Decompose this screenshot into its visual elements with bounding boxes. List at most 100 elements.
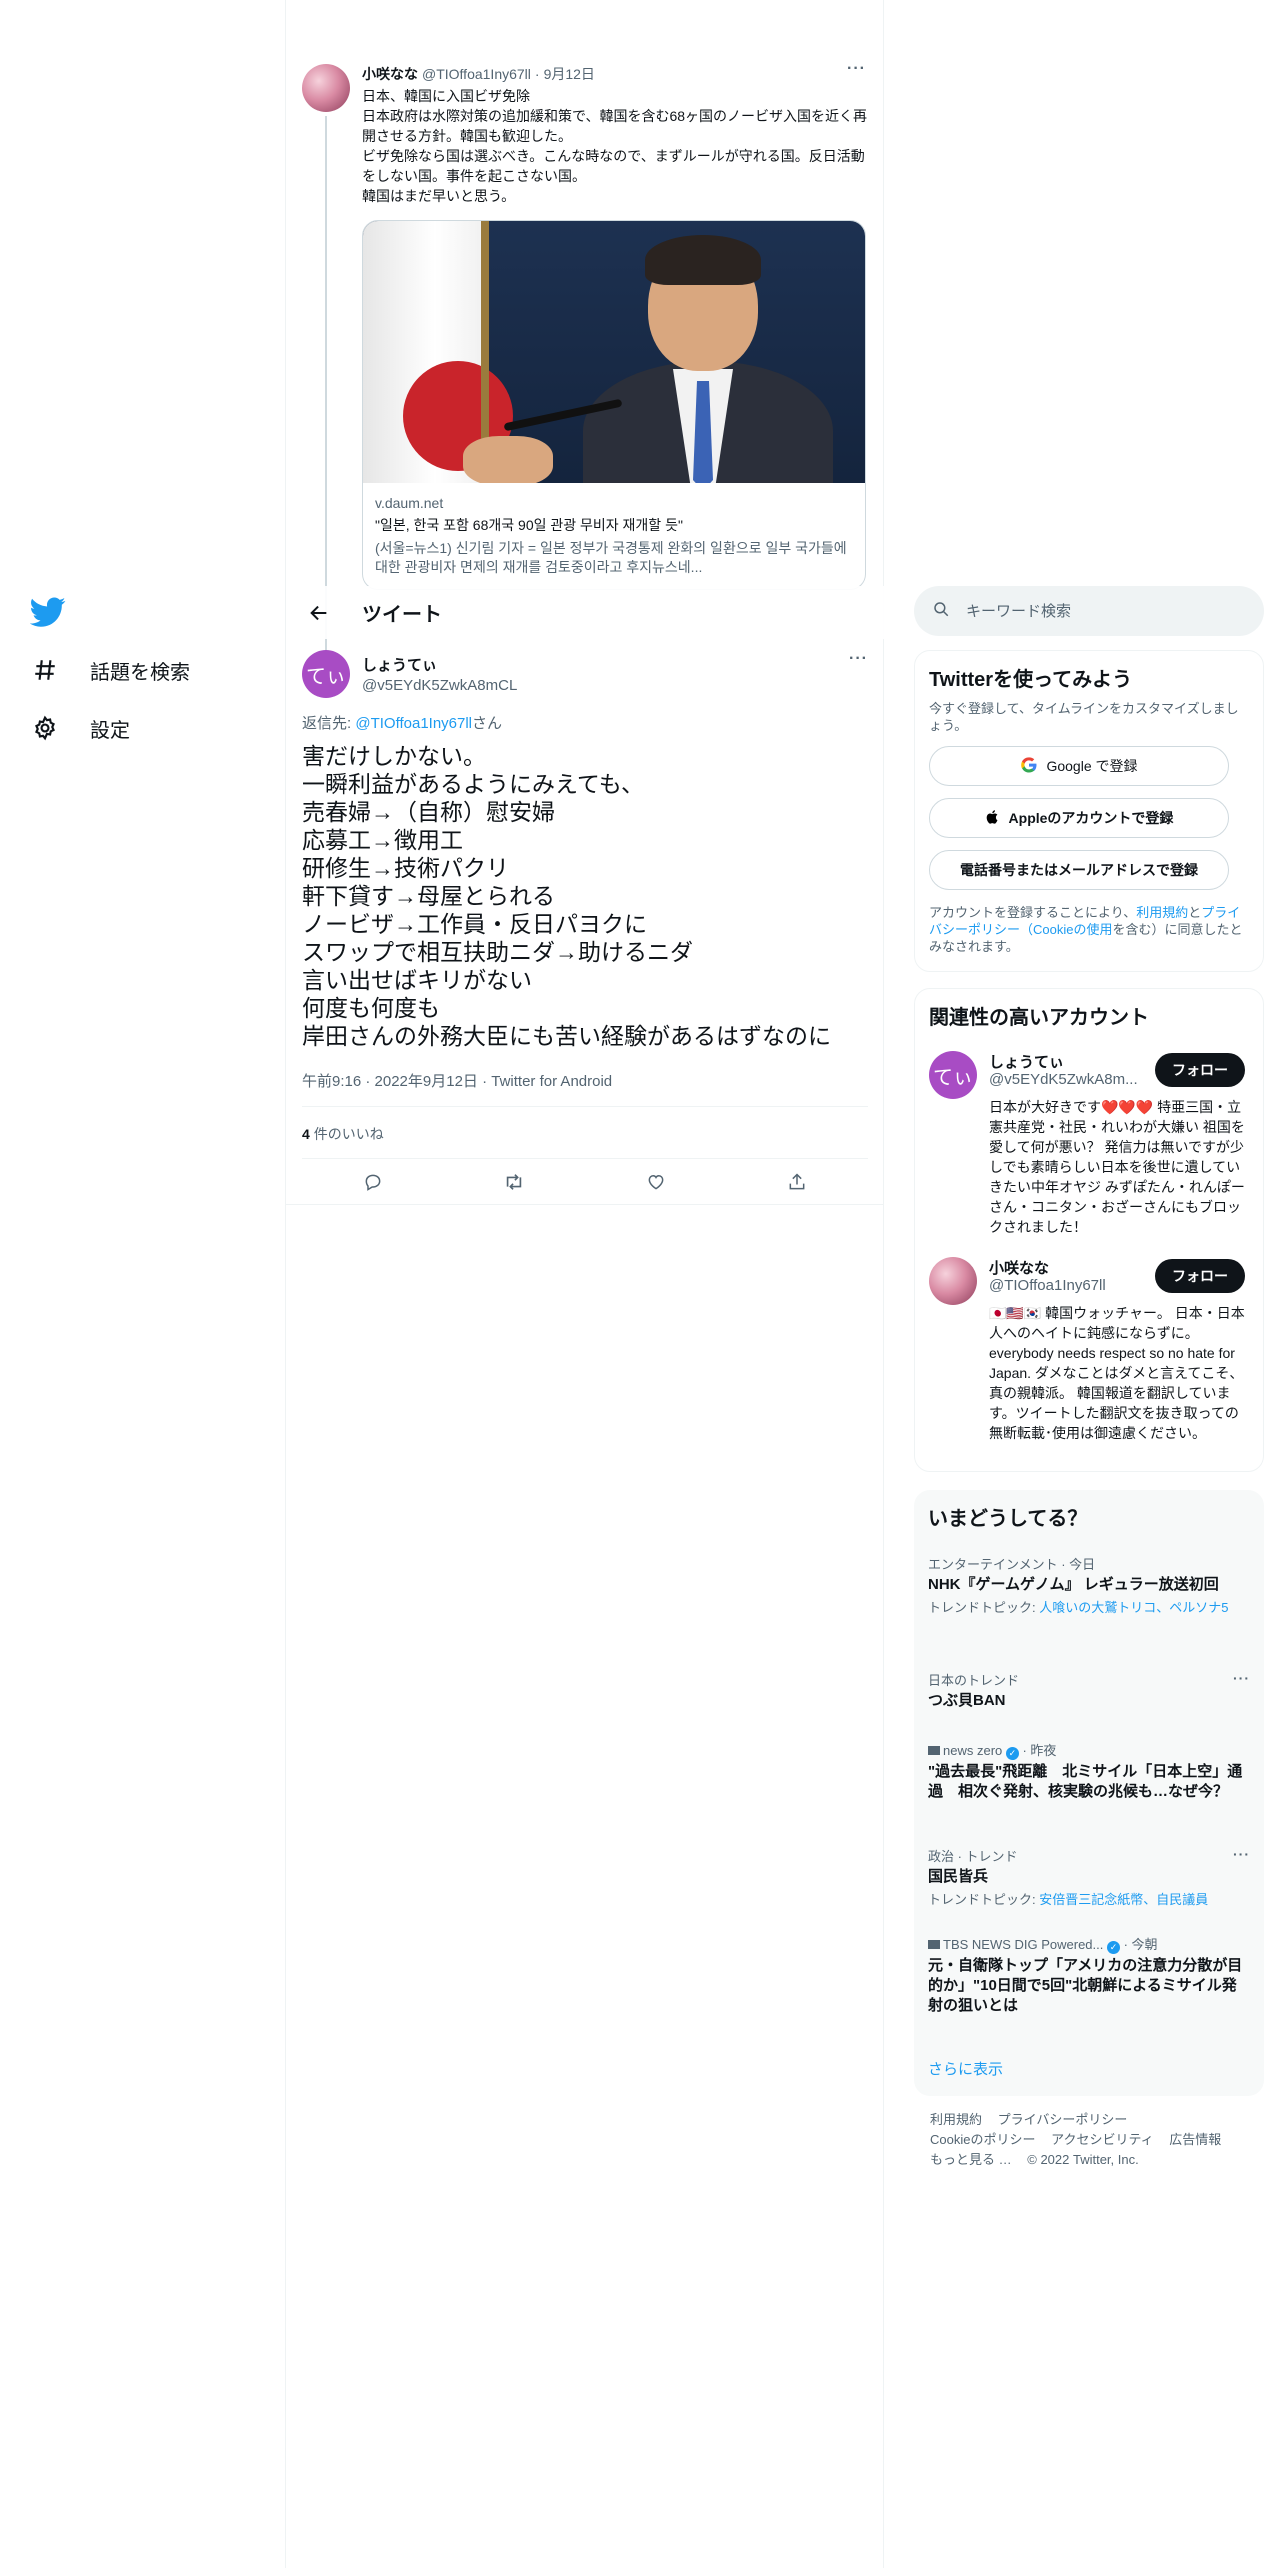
account-handle[interactable]: @TIOffoa1Iny67ll: [989, 1277, 1139, 1294]
trend-item[interactable]: エンターテインメント · 今日 NHK『ゲームゲノム』 レギュラー放送初回 トレ…: [928, 1554, 1250, 1616]
trend-context: 日本のトレンド: [928, 1673, 1020, 1688]
footer-copyright: © 2022 Twitter, Inc.: [1027, 2152, 1139, 2167]
footer-link-terms[interactable]: 利用規約: [930, 2112, 982, 2127]
trend-item[interactable]: TBS NEWS DIG Powered... ✓ · 今朝 元・自衛隊トップ「…: [928, 1934, 1250, 2016]
parent-tweet-body: 小咲なな @TIOffoa1Iny67ll · 9月12日 ··· 日本、韓国に…: [362, 60, 868, 206]
likes-label: 件のいいね: [313, 1126, 384, 1142]
footer-link-cookie[interactable]: Cookieのポリシー: [930, 2132, 1035, 2147]
trend-context: news zero ✓ · 昨夜: [928, 1740, 1250, 1760]
more-options-icon[interactable]: ···: [849, 650, 868, 668]
card-meta: v.daum.net "일본, 한국 포함 68개국 90일 관광 무비자 재개…: [363, 483, 865, 589]
card-domain: v.daum.net: [375, 495, 444, 511]
tweet-text: 日本、韓国に入国ビザ免除 日本政府は水際対策の追加緩和策で、韓国を含む68ヶ国の…: [362, 88, 868, 204]
trend-time: · 昨夜: [1018, 1743, 1057, 1758]
trend-topics-prefix: トレンドトピック:: [928, 1600, 1040, 1615]
search-input[interactable]: [966, 602, 1236, 620]
author-handle[interactable]: @v5EYdK5ZwkA8mCL: [362, 677, 517, 694]
divider: [302, 1158, 868, 1159]
tweet-actions: [302, 1160, 868, 1204]
share-icon[interactable]: [778, 1163, 816, 1201]
avatar[interactable]: [929, 1257, 977, 1305]
nav-settings[interactable]: 設定: [30, 713, 130, 743]
news-source-icon: [928, 1940, 940, 1949]
signup-subtitle: 今すぐ登録して、タイムラインをカスタマイズしましょう。: [929, 701, 1239, 733]
trend-item[interactable]: news zero ✓ · 昨夜 "過去最長"飛距離 北ミサイル「日本上空」通過…: [928, 1740, 1250, 1802]
author-name[interactable]: 小咲なな: [362, 64, 418, 84]
nav-explore[interactable]: 話題を検索: [30, 655, 190, 685]
footer-link-privacy[interactable]: プライバシーポリシー: [998, 2112, 1128, 2127]
retweet-icon[interactable]: [495, 1163, 533, 1201]
reply-to: 返信先: @TIOffoa1Iny67llさん: [302, 712, 502, 733]
reply-mention-link[interactable]: @TIOffoa1Iny67ll: [355, 715, 472, 732]
account-name[interactable]: 小咲なな: [989, 1257, 1139, 1278]
nav-settings-label: 設定: [90, 719, 130, 742]
more-options-icon[interactable]: ···: [847, 60, 866, 78]
avatar[interactable]: [302, 64, 350, 112]
footer-link-accessibility[interactable]: アクセシビリティ: [1051, 2132, 1154, 2147]
google-signup-label: Google で登録: [1046, 758, 1138, 774]
link-preview-card[interactable]: v.daum.net "일본, 한국 포함 68개국 90일 관광 무비자 재개…: [362, 220, 866, 590]
main-column: 小咲なな @TIOffoa1Iny67ll · 9月12日 ··· 日本、韓国に…: [286, 0, 884, 2568]
google-signup-button[interactable]: Google で登録: [929, 746, 1229, 786]
parent-tweet-header: 小咲なな @TIOffoa1Iny67ll · 9月12日: [362, 64, 868, 84]
separator-dot: ·: [534, 66, 540, 82]
likes-number: 4: [302, 1126, 310, 1142]
gear-icon: [30, 713, 60, 743]
account-handle[interactable]: @v5EYdK5ZwkA8m...: [989, 1071, 1139, 1088]
apple-signup-button[interactable]: Appleのアカウントで登録: [929, 798, 1229, 838]
who-to-follow-panel: 関連性の高いアカウント てぃ しょうてぃ @v5EYdK5ZwkA8m... フ…: [914, 988, 1264, 1472]
account-name[interactable]: しょうてぃ: [989, 1051, 1139, 1072]
card-title: "일본, 한국 포함 68개국 90일 관광 무비자 재개할 듯": [375, 517, 683, 533]
signup-title: Twitterを使ってみよう: [929, 669, 1133, 691]
trend-item[interactable]: 日本のトレンド つぶ貝BAN ···: [928, 1670, 1250, 1711]
author-handle[interactable]: @TIOffoa1Iny67ll: [422, 66, 531, 82]
trend-title: "過去最長"飛距離 北ミサイル「日本上空」通過 相次ぐ発射、核実験の兆候も…なぜ…: [928, 1763, 1243, 1800]
account-bio: 🇯🇵🇺🇸🇰🇷 韓国ウォッチャー。 日本・日本人へのヘイトに鈍感にならずに。 ev…: [989, 1305, 1245, 1441]
trend-time: · 今朝: [1120, 1937, 1158, 1952]
author-name[interactable]: しょうてぃ: [362, 654, 517, 675]
reply-icon[interactable]: [354, 1163, 392, 1201]
trend-title: つぶ貝BAN: [928, 1692, 1006, 1709]
account-bio: 日本が大好きです❤️❤️❤️ 特亜三国・立憲共産党・社民・れいわが大嫌い 祖国を…: [989, 1099, 1245, 1235]
legal-and: と: [1188, 905, 1202, 920]
who-to-follow-title: 関連性の高いアカウント: [929, 1007, 1149, 1029]
avatar[interactable]: てぃ: [302, 650, 350, 698]
trend-topics-link[interactable]: 安倍晋三記念紙幣、自民議員: [1039, 1892, 1208, 1907]
tweet-timestamp[interactable]: 午前9:16 · 2022年9月12日 · Twitter for Androi…: [302, 1070, 612, 1091]
trend-context: TBS NEWS DIG Powered... ✓ · 今朝: [928, 1934, 1250, 1954]
trend-source: news zero: [943, 1743, 1003, 1758]
twitter-logo-icon[interactable]: [29, 594, 66, 630]
more-options-icon[interactable]: ···: [1233, 1846, 1250, 1862]
apple-icon: [985, 808, 1001, 829]
more-options-icon[interactable]: ···: [1233, 1670, 1250, 1686]
page-title: ツイート: [362, 604, 442, 626]
author-info: しょうてぃ @v5EYdK5ZwkA8mCL: [362, 654, 517, 694]
like-heart-icon[interactable]: [637, 1163, 675, 1201]
trend-title: 国民皆兵: [928, 1868, 989, 1885]
back-arrow-icon[interactable]: [302, 596, 336, 630]
follow-button[interactable]: フォロー: [1155, 1259, 1245, 1293]
thread-line: [325, 640, 327, 648]
email-signup-button[interactable]: 電話番号またはメールアドレスで登録: [929, 850, 1229, 890]
left-nav: 話題を検索 設定: [0, 0, 286, 2568]
thread-line: [325, 116, 327, 656]
follow-button[interactable]: フォロー: [1155, 1053, 1245, 1087]
signup-legal-text: アカウントを登録することにより、利用規約とプライバシーポリシー（Cookieの使…: [929, 904, 1249, 955]
avatar[interactable]: てぃ: [929, 1051, 977, 1099]
footer-link-more[interactable]: もっと見る …: [930, 2152, 1012, 2167]
verified-badge-icon: ✓: [1107, 1941, 1120, 1954]
tweet-date[interactable]: 9月12日: [544, 64, 595, 84]
terms-link[interactable]: 利用規約: [1136, 905, 1188, 920]
footer-link-ads[interactable]: 広告情報: [1169, 2132, 1221, 2147]
trend-topics-prefix: トレンドトピック:: [928, 1892, 1040, 1907]
trend-topics-link[interactable]: 人喰いの大鷲トリコ、ペルソナ5: [1039, 1600, 1228, 1615]
search-box[interactable]: [914, 586, 1264, 636]
nav-explore-label: 話題を検索: [90, 661, 190, 684]
hashtag-icon: [30, 655, 60, 685]
main-header: ツイート: [286, 586, 884, 639]
reply-to-prefix: 返信先:: [302, 715, 356, 732]
show-more-link[interactable]: さらに表示: [928, 2058, 1003, 2079]
trend-item[interactable]: 政治 · トレンド 国民皆兵 トレンドトピック: 安倍晋三記念紙幣、自民議員 ·…: [928, 1846, 1250, 1908]
likes-count[interactable]: 4 件のいいね: [302, 1124, 384, 1144]
cookie-link[interactable]: Cookieの使用: [1033, 922, 1112, 937]
